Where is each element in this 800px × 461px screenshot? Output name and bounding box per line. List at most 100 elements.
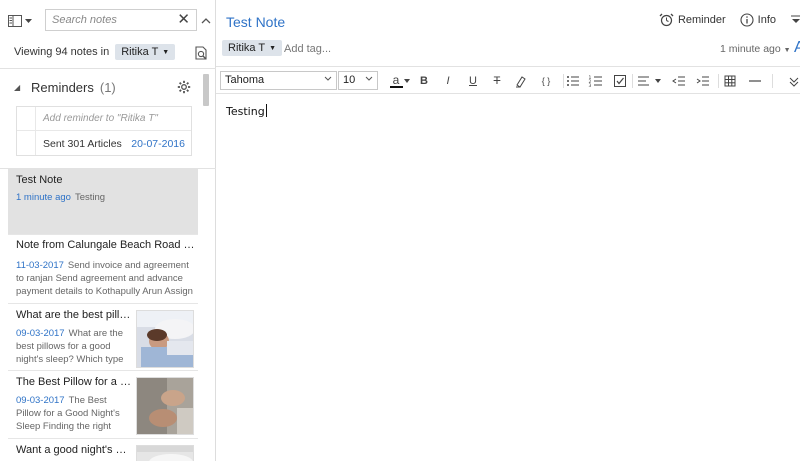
note-editor-pane: Test Note Reminder Info Ritika T ▼ 1 min… bbox=[216, 0, 800, 461]
reminder-label: Sent 301 Articles bbox=[43, 138, 122, 150]
caret-down-icon: ▼ bbox=[269, 44, 277, 52]
font-size-select[interactable]: 10 bbox=[338, 71, 378, 90]
note-title: The Best Pillow for a Goo... bbox=[16, 376, 132, 388]
code-block-button[interactable]: { } bbox=[536, 73, 556, 89]
indent-icon[interactable] bbox=[695, 73, 711, 89]
reminder-button[interactable]: Reminder bbox=[659, 13, 726, 27]
chevron-up-icon[interactable] bbox=[200, 15, 212, 27]
expand-toolbar-icon[interactable] bbox=[788, 73, 800, 89]
notebook-selector[interactable]: Ritika T ▼ bbox=[115, 44, 176, 60]
add-tag-input[interactable] bbox=[284, 43, 404, 55]
caret-down-icon: ▼ bbox=[783, 47, 791, 54]
note-list-item[interactable]: Test Note 1 minute ago Testing bbox=[8, 168, 198, 235]
bold-button[interactable]: B bbox=[416, 73, 432, 89]
note-body-editor[interactable]: Testing bbox=[226, 104, 267, 118]
note-header-actions: Reminder Info bbox=[659, 13, 800, 27]
info-icon bbox=[740, 13, 754, 27]
note-notebook-selector[interactable]: Ritika T ▼ bbox=[222, 40, 283, 56]
toolbar-separator bbox=[772, 74, 773, 88]
underline-button[interactable]: U bbox=[465, 73, 481, 89]
formatting-toolbar: Tahoma 10 a B I U T { } 123 bbox=[216, 66, 800, 94]
sidebar-divider bbox=[0, 68, 216, 69]
reminders-header[interactable]: ◢ Reminders (1) bbox=[14, 80, 116, 95]
note-title: Test Note bbox=[16, 174, 63, 186]
caret-down-icon[interactable] bbox=[655, 79, 661, 83]
strikethrough-button[interactable]: T bbox=[489, 73, 505, 89]
collapse-triangle-icon[interactable]: ◢ bbox=[14, 83, 23, 92]
note-snippet: 1 minute ago Testing bbox=[16, 191, 192, 204]
viewing-count-label: Viewing 94 notes in bbox=[14, 46, 110, 58]
info-button-label: Info bbox=[757, 14, 776, 26]
text-cursor bbox=[265, 104, 267, 117]
note-list-item[interactable]: Want a good night's slee... bbox=[8, 439, 198, 461]
horizontal-rule-icon[interactable] bbox=[747, 73, 763, 89]
text-color-button[interactable]: a bbox=[386, 73, 406, 89]
last-updated-label: 1 minute ago bbox=[720, 43, 781, 55]
view-mode-toggle[interactable] bbox=[8, 12, 42, 30]
text-color-swatch bbox=[389, 85, 403, 88]
note-thumbnail-image bbox=[136, 445, 194, 461]
notebook-filter: Viewing 94 notes in Ritika T ▼ bbox=[14, 44, 176, 60]
outdent-icon[interactable] bbox=[671, 73, 687, 89]
sidebar-scrollbar-thumb[interactable] bbox=[203, 74, 209, 106]
chevron-down-icon bbox=[324, 76, 332, 81]
more-caret-icon[interactable] bbox=[790, 15, 800, 25]
reminder-date: 20-07-2016 bbox=[131, 138, 185, 150]
caret-down-icon[interactable] bbox=[404, 79, 410, 83]
close-icon[interactable]: ✕ bbox=[177, 12, 190, 28]
note-thumbnail-image bbox=[136, 377, 194, 435]
bulleted-list-icon[interactable] bbox=[565, 73, 581, 89]
tag-row: Ritika T ▼ 1 minute ago ▼ A bbox=[222, 39, 800, 60]
note-list: Test Note 1 minute ago Testing Note from … bbox=[8, 168, 198, 461]
reminders-title: Reminders bbox=[31, 80, 94, 95]
toolbar-separator bbox=[718, 74, 719, 88]
note-title-heading[interactable]: Test Note bbox=[226, 14, 285, 30]
search-input[interactable] bbox=[46, 10, 166, 30]
reminder-item[interactable]: Sent 301 Articles 20-07-2016 bbox=[17, 132, 191, 156]
note-notebook-label: Ritika T bbox=[228, 42, 266, 54]
reminders-count: (1) bbox=[99, 80, 116, 95]
font-format-icon[interactable]: A bbox=[794, 39, 800, 57]
note-thumbnail-image bbox=[136, 310, 194, 368]
sidebar: ✕ Viewing 94 notes in Ritika T ▼ ◢ Remin… bbox=[0, 0, 216, 461]
gear-icon[interactable] bbox=[177, 80, 191, 94]
chevron-down-icon bbox=[365, 76, 373, 81]
note-date: 11-03-2017 bbox=[16, 260, 64, 271]
font-family-value: Tahoma bbox=[225, 74, 265, 86]
last-updated-dropdown[interactable]: 1 minute ago ▼ bbox=[720, 43, 791, 55]
note-title: What are the best pillows... bbox=[16, 309, 132, 321]
font-family-select[interactable]: Tahoma bbox=[220, 71, 337, 90]
note-snippet: 11-03-2017 Send invoice and agreement to … bbox=[16, 259, 194, 298]
toolbar-separator bbox=[563, 74, 564, 88]
note-body-text: Testing bbox=[226, 105, 265, 118]
note-list-item[interactable]: What are the best pillows... 09-03-2017W… bbox=[8, 304, 198, 371]
caret-down-icon bbox=[25, 18, 32, 23]
numbered-list-icon[interactable]: 123 bbox=[588, 73, 604, 89]
add-reminder-input[interactable]: Add reminder to "Ritika T" bbox=[17, 107, 191, 131]
note-date: 09-03-2017 bbox=[16, 395, 65, 406]
checkbox-icon[interactable] bbox=[612, 73, 628, 89]
table-icon[interactable] bbox=[722, 73, 738, 89]
font-size-value: 10 bbox=[343, 74, 356, 86]
sidebar-top-bar: ✕ bbox=[0, 6, 216, 36]
align-left-icon[interactable] bbox=[636, 73, 652, 89]
note-list-item[interactable]: Note from Calungale Beach Road in Bard..… bbox=[8, 235, 198, 304]
note-snippet: 09-03-2017 The Best Pillow for a Good Nig… bbox=[16, 394, 132, 433]
panel-icon bbox=[8, 15, 22, 27]
highlighter-icon[interactable] bbox=[513, 73, 529, 89]
notebook-search-icon[interactable] bbox=[193, 45, 209, 61]
info-button[interactable]: Info bbox=[740, 13, 776, 27]
search-field: ✕ bbox=[45, 9, 197, 31]
reminder-button-label: Reminder bbox=[677, 14, 726, 26]
text-color-letter: a bbox=[392, 72, 400, 87]
note-date: 09-03-2017 bbox=[16, 328, 65, 339]
note-title: Want a good night's slee... bbox=[16, 444, 132, 456]
note-title: Note from Calungale Beach Road in Bard..… bbox=[16, 239, 196, 251]
italic-button[interactable]: I bbox=[440, 73, 456, 89]
caret-down-icon: ▼ bbox=[162, 48, 170, 56]
note-snippet-text: Testing bbox=[74, 192, 106, 203]
alarm-clock-icon bbox=[659, 13, 674, 27]
note-date: 1 minute ago bbox=[16, 192, 71, 203]
toolbar-separator bbox=[632, 74, 633, 88]
note-list-item[interactable]: The Best Pillow for a Goo... 09-03-2017T… bbox=[8, 371, 198, 439]
